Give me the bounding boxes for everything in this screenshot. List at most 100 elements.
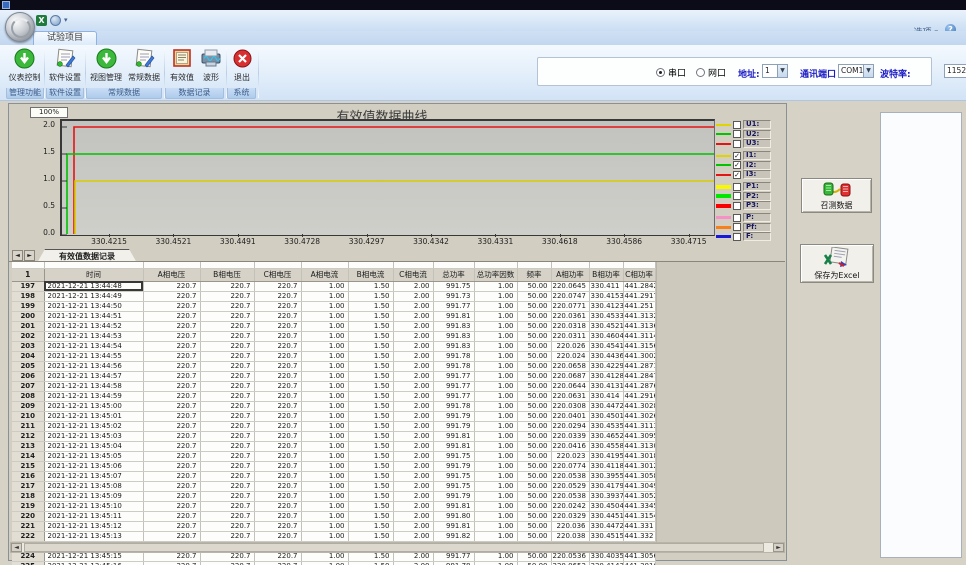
table-cell[interactable]: 50.00: [517, 391, 551, 401]
table-cell[interactable]: 50.00: [517, 401, 551, 411]
table-cell[interactable]: 220.7: [143, 411, 200, 421]
table-cell[interactable]: 2021-12-21 13:45:03: [44, 431, 143, 441]
table-cell[interactable]: 220.7: [143, 321, 200, 331]
table-cell[interactable]: 2.00: [393, 381, 433, 391]
view-management-button[interactable]: 视图管理: [88, 47, 124, 83]
table-cell[interactable]: 220.7: [254, 561, 301, 565]
table-cell[interactable]: 220.026: [551, 341, 589, 351]
table-cell[interactable]: 1.50: [348, 471, 393, 481]
table-cell[interactable]: 441.251: [623, 301, 655, 311]
table-cell[interactable]: 1.00: [301, 411, 348, 421]
table-cell[interactable]: 220.7: [143, 471, 200, 481]
table-cell[interactable]: 220.7: [143, 481, 200, 491]
table-cell[interactable]: 220.7: [200, 451, 254, 461]
table-cell[interactable]: 50.00: [517, 281, 551, 291]
table-cell[interactable]: 991.77: [433, 391, 474, 401]
table-cell[interactable]: 1.00: [301, 361, 348, 371]
row-number[interactable]: 208: [12, 391, 44, 401]
row-number[interactable]: 222: [12, 531, 44, 541]
table-cell[interactable]: 220.7: [143, 341, 200, 351]
waveform-button[interactable]: 波形: [198, 47, 224, 83]
table-cell[interactable]: 50.00: [517, 311, 551, 321]
table-cell[interactable]: 220.7: [143, 401, 200, 411]
table-cell[interactable]: 220.0538: [551, 491, 589, 501]
table-cell[interactable]: 991.81: [433, 311, 474, 321]
table-cell[interactable]: 1.00: [301, 471, 348, 481]
table-cell[interactable]: 220.7: [143, 281, 200, 291]
table-cell[interactable]: 991.81: [433, 501, 474, 511]
table-cell[interactable]: 330.4143: [589, 561, 623, 565]
table-cell[interactable]: 441.2917: [623, 291, 655, 301]
table-cell[interactable]: 2021-12-21 13:45:01: [44, 411, 143, 421]
table-cell[interactable]: 1.50: [348, 531, 393, 541]
table-cell[interactable]: 1.00: [474, 451, 517, 461]
table-cell[interactable]: 220.7: [254, 481, 301, 491]
table-cell[interactable]: 2021-12-21 13:44:58: [44, 381, 143, 391]
table-cell[interactable]: 2.00: [393, 311, 433, 321]
table-cell[interactable]: 220.024: [551, 351, 589, 361]
table-cell[interactable]: 2021-12-21 13:44:56: [44, 361, 143, 371]
table-cell[interactable]: 50.00: [517, 521, 551, 531]
table-cell[interactable]: 441.3028: [623, 401, 655, 411]
table-cell[interactable]: 441.3052: [623, 491, 655, 501]
table-cell[interactable]: 330.4604: [589, 331, 623, 341]
table-cell[interactable]: 441.3049: [623, 481, 655, 491]
table-cell[interactable]: 441.3026: [623, 411, 655, 421]
table-cell[interactable]: 1.00: [474, 341, 517, 351]
table-cell[interactable]: 220.7: [254, 361, 301, 371]
row-number[interactable]: 198: [12, 291, 44, 301]
table-cell[interactable]: 220.7: [200, 321, 254, 331]
table-cell[interactable]: 220.0416: [551, 441, 589, 451]
table-cell[interactable]: 441.2916: [623, 391, 655, 401]
table-cell[interactable]: 220.7: [143, 371, 200, 381]
legend-checkbox[interactable]: [733, 130, 741, 138]
table-cell[interactable]: 1.00: [474, 491, 517, 501]
table-cell[interactable]: 2021-12-21 13:45:11: [44, 511, 143, 521]
legend-checkbox[interactable]: ✓: [733, 161, 741, 169]
table-cell[interactable]: 220.7: [143, 521, 200, 531]
table-cell[interactable]: 991.77: [433, 371, 474, 381]
table-cell[interactable]: 1.00: [301, 481, 348, 491]
table-cell[interactable]: 2.00: [393, 491, 433, 501]
row-number[interactable]: 206: [12, 371, 44, 381]
table-cell[interactable]: 220.7: [254, 421, 301, 431]
table-cell[interactable]: 50.00: [517, 371, 551, 381]
table-cell[interactable]: 220.7: [254, 471, 301, 481]
table-cell[interactable]: 220.7: [200, 291, 254, 301]
table-cell[interactable]: 220.7: [254, 381, 301, 391]
table-cell[interactable]: 991.81: [433, 431, 474, 441]
baud-rate-select[interactable]: 115200 ▼: [944, 64, 966, 78]
table-cell[interactable]: 991.82: [433, 531, 474, 541]
table-cell[interactable]: 1.50: [348, 561, 393, 565]
table-cell[interactable]: 50.00: [517, 381, 551, 391]
table-cell[interactable]: 1.00: [474, 481, 517, 491]
table-cell[interactable]: 330.4436: [589, 351, 623, 361]
table-cell[interactable]: 330.4504: [589, 501, 623, 511]
table-cell[interactable]: 2.00: [393, 421, 433, 431]
table-cell[interactable]: 1.00: [301, 351, 348, 361]
table-cell[interactable]: 2021-12-21 13:44:55: [44, 351, 143, 361]
table-cell[interactable]: 330.4533: [589, 311, 623, 321]
table-cell[interactable]: 220.7: [254, 461, 301, 471]
table-cell[interactable]: 991.81: [433, 521, 474, 531]
table-cell[interactable]: 2.00: [393, 471, 433, 481]
table-cell[interactable]: 441.3136: [623, 321, 655, 331]
table-cell[interactable]: 220.7: [200, 331, 254, 341]
table-cell[interactable]: 220.7: [143, 441, 200, 451]
table-cell[interactable]: 220.7: [143, 351, 200, 361]
table-cell[interactable]: 330.4521: [589, 321, 623, 331]
table-cell[interactable]: 220.7: [143, 461, 200, 471]
table-cell[interactable]: 2.00: [393, 511, 433, 521]
row-number[interactable]: 217: [12, 481, 44, 491]
table-cell[interactable]: 441.3345: [623, 501, 655, 511]
table-cell[interactable]: 220.7: [200, 301, 254, 311]
table-cell[interactable]: 2021-12-21 13:44:59: [44, 391, 143, 401]
table-cell[interactable]: 441.3012: [623, 461, 655, 471]
table-cell[interactable]: 1.00: [301, 461, 348, 471]
table-cell[interactable]: 1.50: [348, 411, 393, 421]
table-cell[interactable]: 2021-12-21 13:45:10: [44, 501, 143, 511]
table-cell[interactable]: 1.50: [348, 511, 393, 521]
table-cell[interactable]: 220.038: [551, 531, 589, 541]
table-cell[interactable]: 220.0687: [551, 371, 589, 381]
row-number[interactable]: 215: [12, 461, 44, 471]
